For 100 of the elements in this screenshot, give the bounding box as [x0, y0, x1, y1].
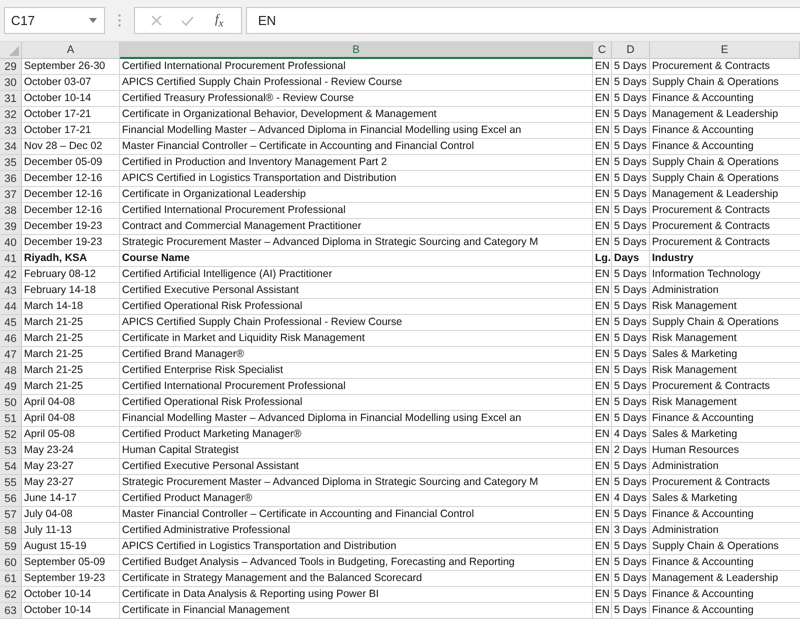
row-number[interactable]: 53	[0, 443, 22, 459]
row-number[interactable]: 41	[0, 251, 22, 267]
column-header[interactable]: D	[612, 42, 650, 59]
table-cell: Financial Modelling Master – Advanced Diploma in Financial Modelling using Excel an	[120, 411, 593, 427]
row-number[interactable]: 35	[0, 155, 22, 171]
table-cell: Riyadh, KSA	[22, 251, 120, 267]
row-number[interactable]: 54	[0, 459, 22, 475]
table-cell: Supply Chain & Operations	[650, 315, 800, 331]
table-cell: EN	[593, 219, 612, 235]
table-cell: Supply Chain & Operations	[650, 75, 800, 91]
row-number[interactable]: 44	[0, 299, 22, 315]
table-cell: EN	[593, 123, 612, 139]
row-number[interactable]: 50	[0, 395, 22, 411]
row-number[interactable]: 39	[0, 219, 22, 235]
table-cell: October 17-21	[22, 107, 120, 123]
column-header[interactable]: E	[650, 42, 800, 59]
row-number[interactable]: 51	[0, 411, 22, 427]
table-cell: October 10-14	[22, 603, 120, 619]
table-cell: EN	[593, 395, 612, 411]
table-cell: Sales & Marketing	[650, 491, 800, 507]
table-cell: March 21-25	[22, 379, 120, 395]
row-number[interactable]: 33	[0, 123, 22, 139]
table-cell: 3 Days	[612, 523, 650, 539]
table-cell: EN	[593, 155, 612, 171]
row-number[interactable]: 47	[0, 347, 22, 363]
table-cell: Certificate in Organizational Leadership	[120, 187, 593, 203]
table-cell: EN	[593, 331, 612, 347]
table-cell: Administration	[650, 523, 800, 539]
table-cell: EN	[593, 75, 612, 91]
row-number[interactable]: 48	[0, 363, 22, 379]
table-cell: 5 Days	[612, 539, 650, 555]
table-cell: December 19-23	[22, 235, 120, 251]
cancel-icon[interactable]	[150, 15, 162, 26]
select-all-icon[interactable]	[9, 46, 19, 56]
table-cell: 5 Days	[612, 347, 650, 363]
table-cell: Course Name	[120, 251, 593, 267]
table-cell: March 21-25	[22, 331, 120, 347]
table-cell: 5 Days	[612, 411, 650, 427]
table-cell: EN	[593, 139, 612, 155]
row-number[interactable]: 34	[0, 139, 22, 155]
table-cell: Finance & Accounting	[650, 555, 800, 571]
table-cell: EN	[593, 507, 612, 523]
column-header[interactable]: C	[593, 42, 612, 59]
row-number[interactable]: 62	[0, 587, 22, 603]
table-cell: Certified Executive Personal Assistant	[120, 283, 593, 299]
table-cell: April 05-08	[22, 427, 120, 443]
table-cell: Certified International Procurement Professional	[120, 379, 593, 395]
row-number[interactable]: 40	[0, 235, 22, 251]
table-cell: Master Financial Controller – Certificate in Accounting and Financial Control	[120, 507, 593, 523]
row-number[interactable]: 49	[0, 379, 22, 395]
row-number[interactable]: 38	[0, 203, 22, 219]
row-number[interactable]: 32	[0, 107, 22, 123]
row-number[interactable]: 29	[0, 59, 22, 75]
row-number[interactable]: 55	[0, 475, 22, 491]
row-number[interactable]: 46	[0, 331, 22, 347]
table-cell: Administration	[650, 459, 800, 475]
insert-function-button[interactable]: f$_{x}$	[212, 11, 226, 30]
row-number[interactable]: 37	[0, 187, 22, 203]
row-number[interactable]: 60	[0, 555, 22, 571]
row-number[interactable]: 61	[0, 571, 22, 587]
table-cell: 5 Days	[612, 187, 650, 203]
table-cell: October 17-21	[22, 123, 120, 139]
table-cell: March 14-18	[22, 299, 120, 315]
row-number[interactable]: 58	[0, 523, 22, 539]
table-cell: EN	[593, 363, 612, 379]
table-cell: Procurement & Contracts	[650, 475, 800, 491]
table-cell: Contract and Commercial Management Practitioner	[120, 219, 593, 235]
row-number[interactable]: 30	[0, 75, 22, 91]
table-cell: Procurement & Contracts	[650, 59, 800, 75]
row-number[interactable]: 52	[0, 427, 22, 443]
table-cell: Certified Brand Manager®	[120, 347, 593, 363]
table-cell: Certificate in Data Analysis & Reporting using Power BI	[120, 587, 593, 603]
column-header[interactable]: B	[120, 42, 593, 59]
row-number[interactable]: 56	[0, 491, 22, 507]
name-box[interactable]: C17	[4, 7, 105, 34]
row-number[interactable]: 31	[0, 91, 22, 107]
table-cell: December 19-23	[22, 219, 120, 235]
table-cell: 2 Days	[612, 443, 650, 459]
table-cell: Certified in Production and Inventory Management Part 2	[120, 155, 593, 171]
table-cell: Management & Leadership	[650, 187, 800, 203]
row-number[interactable]: 63	[0, 603, 22, 619]
table-cell: 5 Days	[612, 299, 650, 315]
row-number[interactable]: 59	[0, 539, 22, 555]
table-cell: Certified Product Marketing Manager®	[120, 427, 593, 443]
table-cell: Finance & Accounting	[650, 587, 800, 603]
table-cell: December 12-16	[22, 203, 120, 219]
formula-field[interactable]: EN	[246, 7, 800, 34]
row-number[interactable]: 43	[0, 283, 22, 299]
row-number[interactable]: 36	[0, 171, 22, 187]
row-number[interactable]: 45	[0, 315, 22, 331]
row-number[interactable]: 57	[0, 507, 22, 523]
table-cell: February 14-18	[22, 283, 120, 299]
row-number[interactable]: 42	[0, 267, 22, 283]
table-cell: EN	[593, 283, 612, 299]
table-cell: Finance & Accounting	[650, 507, 800, 523]
table-cell: July 11-13	[22, 523, 120, 539]
check-icon[interactable]	[180, 16, 194, 26]
table-cell: Certified Treasury Professional® - Review Course	[120, 91, 593, 107]
table-cell: EN	[593, 603, 612, 619]
table-cell: Risk Management	[650, 331, 800, 347]
